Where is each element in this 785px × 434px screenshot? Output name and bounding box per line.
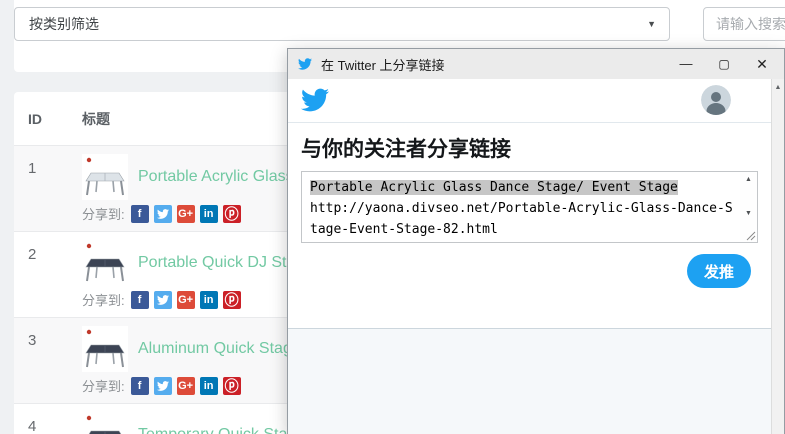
window-titlebar[interactable]: 在 Twitter 上分享链接 — ▢ ✕ bbox=[288, 49, 784, 79]
pinterest-icon[interactable]: ⓟ bbox=[223, 205, 241, 223]
share-label: 分享到: bbox=[82, 290, 125, 309]
twitter-icon[interactable] bbox=[154, 377, 172, 395]
tweet-textarea[interactable]: Portable Acrylic Glass Dance Stage/ Even… bbox=[301, 171, 758, 243]
tweet-text: Portable Acrylic Glass Dance Stage/ Even… bbox=[302, 172, 740, 242]
facebook-icon[interactable]: f bbox=[131, 205, 149, 223]
maximize-button[interactable]: ▢ bbox=[712, 49, 736, 79]
linkedin-icon[interactable]: in bbox=[200, 205, 218, 223]
twitter-icon[interactable] bbox=[154, 205, 172, 223]
chevron-down-icon: ▼ bbox=[647, 19, 656, 29]
share-label: 分享到: bbox=[82, 204, 125, 223]
google-plus-icon[interactable]: G+ bbox=[177, 377, 195, 395]
twitter-favicon-icon bbox=[298, 57, 312, 71]
textarea-scrollbar[interactable]: ▲ ▼ bbox=[740, 172, 757, 242]
share-icons: f G+ in ⓟ bbox=[131, 291, 246, 309]
linkedin-icon[interactable]: in bbox=[200, 377, 218, 395]
row-id: 3 bbox=[28, 326, 68, 403]
google-plus-icon[interactable]: G+ bbox=[177, 291, 195, 309]
share-card-header bbox=[288, 79, 771, 123]
row-id: 1 bbox=[28, 154, 68, 231]
share-icons: f G+ in ⓟ bbox=[131, 377, 246, 395]
product-thumbnail bbox=[82, 240, 128, 286]
avatar bbox=[701, 85, 731, 115]
row-title-link[interactable]: Temporary Quick Stage bbox=[138, 426, 305, 434]
dialog-scrollbar[interactable]: ▲ bbox=[771, 79, 784, 434]
pinterest-icon[interactable]: ⓟ bbox=[223, 291, 241, 309]
share-label: 分享到: bbox=[82, 376, 125, 395]
dialog-scroll-up-icon[interactable]: ▲ bbox=[772, 84, 784, 91]
column-header-id: ID bbox=[28, 111, 68, 127]
twitter-icon[interactable] bbox=[154, 291, 172, 309]
google-plus-icon[interactable]: G+ bbox=[177, 205, 195, 223]
window-title: 在 Twitter 上分享链接 bbox=[321, 55, 660, 74]
linkedin-icon[interactable]: in bbox=[200, 291, 218, 309]
close-button[interactable]: ✕ bbox=[750, 49, 774, 79]
dialog-viewport: 与你的关注者分享链接 Portable Acrylic Glass Dance … bbox=[288, 79, 784, 434]
share-card: 与你的关注者分享链接 Portable Acrylic Glass Dance … bbox=[288, 79, 771, 329]
category-filter-select[interactable]: 按类别筛选 ▼ bbox=[14, 7, 670, 41]
search-input[interactable] bbox=[703, 7, 785, 41]
tweet-url: http://yaona.divseo.net/Portable-Acrylic… bbox=[310, 201, 733, 237]
product-thumbnail bbox=[82, 326, 128, 372]
facebook-icon[interactable]: f bbox=[131, 291, 149, 309]
row-id: 4 bbox=[28, 412, 68, 434]
facebook-icon[interactable]: f bbox=[131, 377, 149, 395]
scroll-up-icon[interactable]: ▲ bbox=[740, 176, 757, 183]
share-icons: f G+ in ⓟ bbox=[131, 205, 246, 223]
product-thumbnail bbox=[82, 412, 128, 434]
twitter-logo-icon bbox=[301, 86, 329, 114]
category-filter-value: 按类别筛选 bbox=[29, 14, 99, 34]
pinterest-icon[interactable]: ⓟ bbox=[223, 377, 241, 395]
scroll-down-icon[interactable]: ▼ bbox=[740, 210, 757, 217]
column-header-title: 标题 bbox=[82, 109, 110, 129]
row-id: 2 bbox=[28, 240, 68, 317]
minimize-button[interactable]: — bbox=[674, 49, 698, 79]
twitter-share-window: 在 Twitter 上分享链接 — ▢ ✕ 与你的关注者分享链接 Portabl… bbox=[287, 48, 785, 434]
dialog-heading: 与你的关注者分享链接 bbox=[301, 133, 771, 163]
resize-grip-icon[interactable] bbox=[745, 230, 756, 241]
tweet-button[interactable]: 发推 bbox=[687, 254, 751, 288]
selected-text: Portable Acrylic Glass Dance Stage/ Even… bbox=[310, 180, 678, 195]
product-thumbnail bbox=[82, 154, 128, 200]
